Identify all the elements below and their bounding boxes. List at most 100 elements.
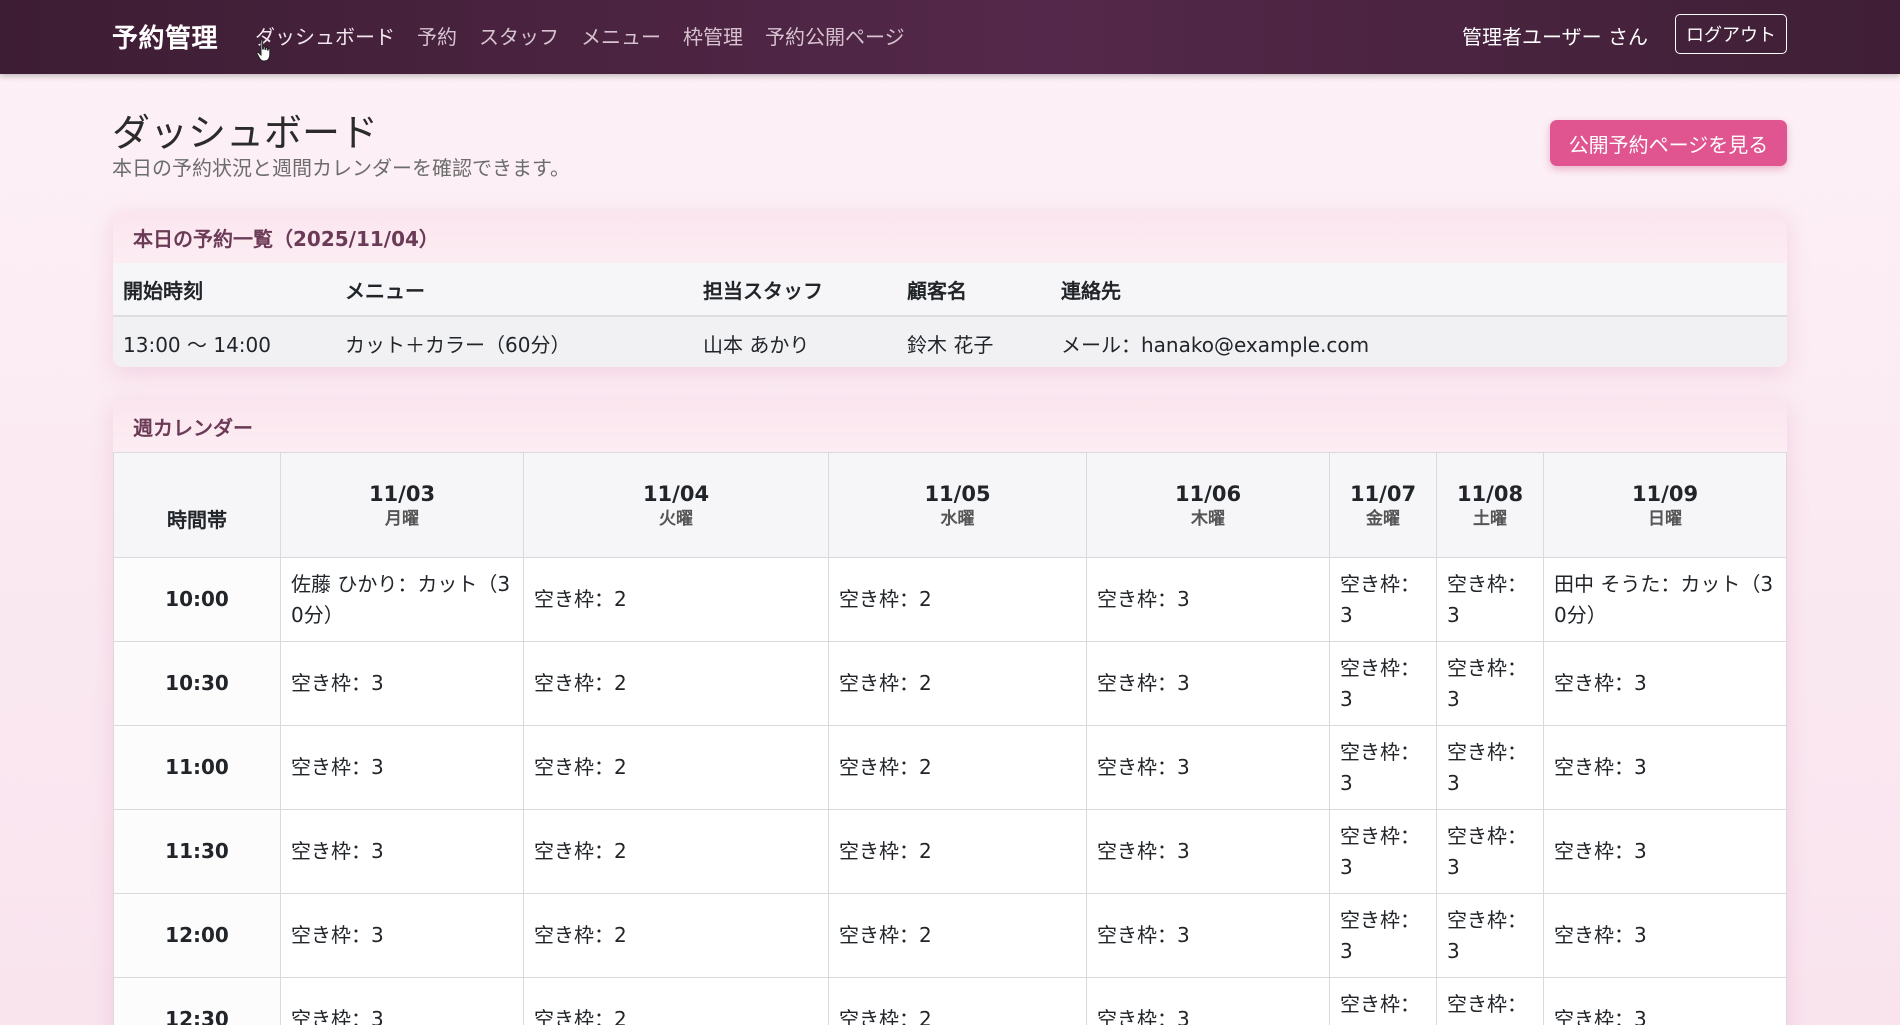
slot-cell[interactable]: 空き枠：3 (1086, 809, 1330, 894)
user-name: 管理者ユーザー さん (1462, 25, 1648, 49)
slot-cell[interactable]: 空き枠：3 (1329, 557, 1437, 642)
column-contact: 連絡先 (1051, 263, 1787, 317)
slot-cell[interactable]: 空き枠：2 (523, 809, 829, 894)
day-weekday: 日曜 (1648, 509, 1682, 529)
day-header: 11/08 土曜 (1436, 452, 1544, 558)
slot-cell[interactable]: 空き枠：3 (1543, 809, 1787, 894)
calendar-row: 11:30 空き枠：3 空き枠：2 空き枠：2 空き枠：3 空き枠：3 空き枠：… (113, 809, 1787, 894)
top-navbar: 予約管理 ダッシュボード 予約 スタッフ メニュー 枠管理 予約公開ページ 管理… (0, 0, 1900, 74)
slot-cell[interactable]: 空き枠：3 (1436, 893, 1544, 978)
week-calendar-table: 時間帯 11/03 月曜 11/04 火曜 11/05 水曜 11/06 木曜 11/0… (113, 452, 1787, 1026)
time-slot: 10:30 (113, 641, 281, 726)
slot-cell[interactable]: 空き枠：2 (523, 557, 829, 642)
hand-pointer-icon (256, 39, 271, 62)
reservation-customer: 鈴木 花子 (897, 316, 1051, 367)
slot-cell[interactable]: 空き枠：3 (1329, 725, 1437, 810)
reservation-menu: カット＋カラー（60分） (335, 316, 693, 367)
page-subtitle: 本日の予約状況と週間カレンダーを確認できます。 (112, 156, 570, 180)
slot-cell[interactable]: 空き枠：3 (1436, 977, 1544, 1026)
nav-link-public-page[interactable]: 予約公開ページ (765, 21, 905, 50)
day-header: 11/04 火曜 (523, 452, 829, 558)
slot-cell[interactable]: 空き枠：2 (828, 725, 1087, 810)
slot-cell[interactable]: 空き枠：2 (523, 725, 829, 810)
slot-cell[interactable]: 空き枠：3 (1543, 725, 1787, 810)
slot-cell[interactable]: 空き枠：3 (1543, 893, 1787, 978)
time-slot: 10:00 (113, 557, 281, 642)
nav-link-reservations[interactable]: 予約 (417, 21, 457, 50)
column-start-time: 開始時刻 (113, 263, 335, 317)
nav-link-slots[interactable]: 枠管理 (683, 21, 743, 50)
slot-cell[interactable]: 空き枠：3 (280, 977, 524, 1026)
slot-cell[interactable]: 空き枠：3 (1543, 641, 1787, 726)
week-calendar-title: 週カレンダー (113, 400, 1787, 452)
time-slot: 12:00 (113, 893, 281, 978)
slot-cell[interactable]: 空き枠：3 (1543, 977, 1787, 1026)
column-menu: メニュー (335, 263, 693, 317)
view-public-page-button[interactable]: 公開予約ページを見る (1550, 120, 1787, 166)
slot-cell[interactable]: 空き枠：3 (280, 725, 524, 810)
day-date: 11/03 (368, 482, 436, 506)
slot-cell[interactable]: 空き枠：3 (1436, 557, 1544, 642)
calendar-row: 12:00 空き枠：3 空き枠：2 空き枠：2 空き枠：3 空き枠：3 空き枠：… (113, 893, 1787, 978)
slot-cell[interactable]: 空き枠：3 (1086, 977, 1330, 1026)
slot-cell[interactable]: 空き枠：3 (1086, 641, 1330, 726)
slot-cell[interactable]: 空き枠：2 (523, 641, 829, 726)
reservation-contact: メール：hanako@example.com (1051, 316, 1787, 367)
slot-cell[interactable]: 空き枠：3 (1329, 641, 1437, 726)
booked-slot-cell[interactable]: 佐藤 ひかり：カット（30分） (280, 557, 524, 642)
slot-cell[interactable]: 空き枠：3 (1436, 725, 1544, 810)
day-weekday: 金曜 (1366, 509, 1400, 529)
brand-logo[interactable]: 予約管理 (112, 18, 218, 55)
day-date: 11/07 (1349, 482, 1417, 506)
nav-link-dashboard[interactable]: ダッシュボード (255, 21, 395, 50)
reservation-time: 13:00 〜 14:00 (113, 316, 335, 367)
week-calendar-card: 週カレンダー 時間帯 11/03 月曜 11/04 火曜 11/05 水曜 11/06… (113, 400, 1787, 1026)
page-title: ダッシュボード (112, 111, 379, 155)
nav-links: ダッシュボード 予約 スタッフ メニュー 枠管理 予約公開ページ (255, 21, 905, 50)
slot-cell[interactable]: 空き枠：3 (1086, 557, 1330, 642)
time-slot-header: 時間帯 (113, 452, 281, 558)
slot-cell[interactable]: 空き枠：3 (1086, 725, 1330, 810)
slot-cell[interactable]: 空き枠：2 (828, 893, 1087, 978)
slot-cell[interactable]: 空き枠：2 (523, 893, 829, 978)
today-reservations-table: 開始時刻 メニュー 担当スタッフ 顧客名 連絡先 13:00 〜 14:00 カ… (113, 263, 1787, 367)
slot-cell[interactable]: 空き枠：3 (1086, 893, 1330, 978)
day-date: 11/05 (924, 482, 991, 506)
day-header: 11/03 月曜 (280, 452, 524, 558)
slot-cell[interactable]: 空き枠：2 (828, 557, 1087, 642)
calendar-row: 11:00 空き枠：3 空き枠：2 空き枠：2 空き枠：3 空き枠：3 空き枠：… (113, 725, 1787, 810)
day-date: 11/09 (1631, 482, 1699, 506)
time-slot: 12:30 (113, 977, 281, 1026)
slot-cell[interactable]: 空き枠：3 (1436, 809, 1544, 894)
calendar-row: 10:00 佐藤 ひかり：カット（30分） 空き枠：2 空き枠：2 空き枠：3 … (113, 557, 1787, 642)
column-customer: 顧客名 (897, 263, 1051, 317)
nav-link-staff[interactable]: スタッフ (479, 21, 559, 50)
column-staff: 担当スタッフ (693, 263, 897, 317)
day-header: 11/07 金曜 (1329, 452, 1437, 558)
today-reservations-title: 本日の予約一覧（2025/11/04） (113, 211, 1787, 263)
day-weekday: 水曜 (940, 509, 975, 529)
day-date: 11/06 (1174, 482, 1242, 506)
nav-link-menu[interactable]: メニュー (581, 21, 661, 50)
slot-cell[interactable]: 空き枠：2 (828, 809, 1087, 894)
day-weekday: 月曜 (385, 509, 419, 529)
slot-cell[interactable]: 空き枠：3 (1436, 641, 1544, 726)
booked-slot-cell[interactable]: 田中 そうた：カット（30分） (1543, 557, 1787, 642)
day-date: 11/04 (642, 482, 710, 506)
slot-cell[interactable]: 空き枠：3 (280, 809, 524, 894)
table-row: 13:00 〜 14:00 カット＋カラー（60分） 山本 あかり 鈴木 花子 … (113, 316, 1787, 367)
day-header: 11/06 木曜 (1086, 452, 1330, 558)
slot-cell[interactable]: 空き枠：3 (1329, 977, 1437, 1026)
slot-cell[interactable]: 空き枠：3 (1329, 809, 1437, 894)
day-header: 11/09 日曜 (1543, 452, 1787, 558)
slot-cell[interactable]: 空き枠：2 (828, 641, 1087, 726)
slot-cell[interactable]: 空き枠：3 (1329, 893, 1437, 978)
slot-cell[interactable]: 空き枠：2 (523, 977, 829, 1026)
today-reservations-card: 本日の予約一覧（2025/11/04） 開始時刻 メニュー 担当スタッフ 顧客名… (113, 211, 1787, 367)
reservation-staff: 山本 あかり (693, 316, 897, 367)
slot-cell[interactable]: 空き枠：3 (280, 893, 524, 978)
logout-button[interactable]: ログアウト (1675, 14, 1787, 54)
slot-cell[interactable]: 空き枠：2 (828, 977, 1087, 1026)
day-date: 11/08 (1456, 482, 1524, 506)
slot-cell[interactable]: 空き枠：3 (280, 641, 524, 726)
